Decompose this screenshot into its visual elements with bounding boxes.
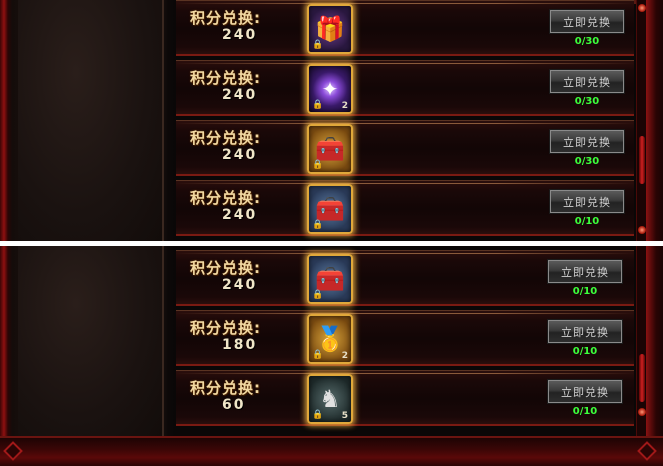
exchange-now-button[interactable]: 立即兑换 [547, 379, 623, 404]
lock-icon: 🔒 [312, 290, 324, 300]
lock-icon: 🔒 [312, 160, 324, 170]
scroll-down-arrow-icon[interactable] [638, 408, 646, 416]
exchange-row: 积分兑换: 240 🧰 🔒 立即兑换 0/10 [176, 250, 634, 306]
exchange-count: 0/30 [574, 36, 600, 47]
purple-magic-orb-icon[interactable]: ✦ 🔒 2 [307, 64, 353, 114]
points-cost: 240 [222, 147, 258, 163]
frame-bottom-border [0, 436, 663, 466]
points-exchange-label: 积分兑换: [190, 379, 261, 397]
exchange-count: 0/30 [574, 156, 600, 167]
points-cost: 180 [222, 337, 258, 353]
item-quantity: 2 [341, 351, 348, 361]
exchange-row: 积分兑换: 240 🎁 🔒 立即兑换 0/30 [176, 0, 634, 56]
scrollbar[interactable] [636, 246, 646, 436]
corner-ornament-icon [637, 441, 657, 461]
lock-icon: 🔒 [312, 220, 324, 230]
points-cost: 240 [222, 27, 258, 43]
purple-treasure-chest-icon[interactable]: 🎁 🔒 [307, 4, 353, 54]
scrollbar-thumb[interactable] [639, 136, 645, 184]
lock-icon: 🔒 [312, 100, 324, 110]
points-cost: 240 [222, 277, 258, 293]
points-cost: 240 [222, 87, 258, 103]
exchange-now-button[interactable]: 立即兑换 [547, 259, 623, 284]
exchange-row: 积分兑换: 180 🥇 🔒 2 立即兑换 0/10 [176, 310, 634, 366]
blue-treasure-chest-icon[interactable]: 🧰 🔒 [307, 184, 353, 234]
gold-ingot-icon[interactable]: 🥇 🔒 2 [307, 314, 353, 364]
corner-ornament-icon [3, 441, 23, 461]
scroll-up-arrow-icon[interactable] [638, 4, 646, 12]
lock-icon: 🔒 [312, 40, 324, 50]
left-column-decoration [18, 0, 164, 241]
item-quantity: 5 [341, 411, 348, 421]
lock-icon: 🔒 [312, 410, 324, 420]
scrollbar[interactable] [636, 0, 646, 241]
points-cost: 240 [222, 207, 258, 223]
exchange-row: 积分兑换: 240 ✦ 🔒 2 立即兑换 0/30 [176, 60, 634, 116]
exchange-count: 0/10 [574, 216, 600, 227]
blue-treasure-chest-icon[interactable]: 🧰 🔒 [307, 254, 353, 304]
exchange-count: 0/30 [574, 96, 600, 107]
lock-icon: 🔒 [312, 350, 324, 360]
points-cost: 60 [222, 397, 246, 413]
item-quantity: 2 [341, 101, 348, 111]
points-exchange-label: 积分兑换: [190, 259, 261, 277]
exchange-count: 0/10 [572, 406, 598, 417]
exchange-now-button[interactable]: 立即兑换 [549, 9, 625, 34]
scrollbar-thumb[interactable] [639, 354, 645, 402]
exchange-panel-bottom: 积分兑换: 240 🧰 🔒 立即兑换 0/10 积分兑换: 180 🥇 🔒 2 立… [0, 246, 663, 466]
exchange-panel-top: 积分兑换: 240 🎁 🔒 立即兑换 0/30 积分兑换: 240 ✦ 🔒 2 立… [0, 0, 663, 241]
left-column-decoration [18, 246, 164, 438]
points-exchange-label: 积分兑换: [190, 69, 261, 87]
exchange-row: 积分兑换: 240 🧰 🔒 立即兑换 0/10 [176, 180, 634, 236]
points-exchange-label: 积分兑换: [190, 9, 261, 27]
points-exchange-label: 积分兑换: [190, 189, 261, 207]
points-exchange-label: 积分兑换: [190, 319, 261, 337]
golden-treasure-chest-icon[interactable]: 🧰 🔒 [307, 124, 353, 174]
horse-head-icon[interactable]: ♞ 🔒 5 [307, 374, 353, 424]
exchange-row: 积分兑换: 240 🧰 🔒 立即兑换 0/30 [176, 120, 634, 176]
exchange-now-button[interactable]: 立即兑换 [549, 189, 625, 214]
exchange-now-button[interactable]: 立即兑换 [547, 319, 623, 344]
points-exchange-label: 积分兑换: [190, 129, 261, 147]
exchange-now-button[interactable]: 立即兑换 [549, 129, 625, 154]
scroll-down-arrow-icon[interactable] [638, 226, 646, 234]
exchange-count: 0/10 [572, 286, 598, 297]
exchange-now-button[interactable]: 立即兑换 [549, 69, 625, 94]
exchange-count: 0/10 [572, 346, 598, 357]
exchange-row: 积分兑换: 60 ♞ 🔒 5 立即兑换 0/10 [176, 370, 634, 426]
